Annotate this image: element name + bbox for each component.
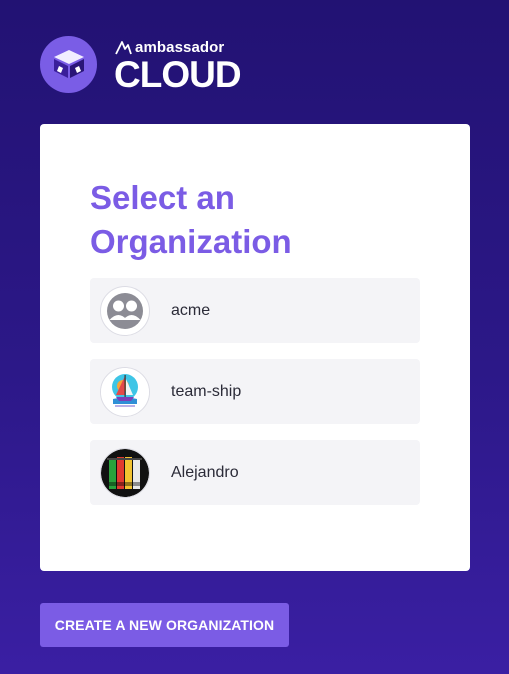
ambassador-logo-icon bbox=[40, 35, 97, 93]
organization-name: team-ship bbox=[171, 382, 242, 400]
gate-icon bbox=[100, 447, 150, 498]
organization-name: acme bbox=[171, 301, 211, 319]
brand-big-text: CLOUD bbox=[114, 53, 242, 95]
organization-item-team-ship[interactable]: team-ship bbox=[90, 359, 420, 424]
brand-logo: ambassador CLOUD bbox=[40, 35, 242, 95]
ambassador-a-icon bbox=[115, 40, 132, 54]
brand-wordmark: ambassador CLOUD bbox=[114, 37, 242, 95]
organization-item-acme[interactable]: acme bbox=[90, 278, 420, 343]
group-icon bbox=[100, 285, 150, 336]
create-organization-button[interactable]: CREATE A NEW ORGANIZATION bbox=[40, 603, 289, 647]
page-title: Select an Organization bbox=[90, 179, 292, 260]
sailboat-icon bbox=[100, 366, 150, 417]
organization-card: Select an Organization acme team-ship Al… bbox=[40, 124, 470, 571]
organization-list: acme team-ship Alejandro bbox=[90, 278, 420, 521]
organization-name: Alejandro bbox=[171, 463, 239, 481]
organization-item-alejandro[interactable]: Alejandro bbox=[90, 440, 420, 505]
